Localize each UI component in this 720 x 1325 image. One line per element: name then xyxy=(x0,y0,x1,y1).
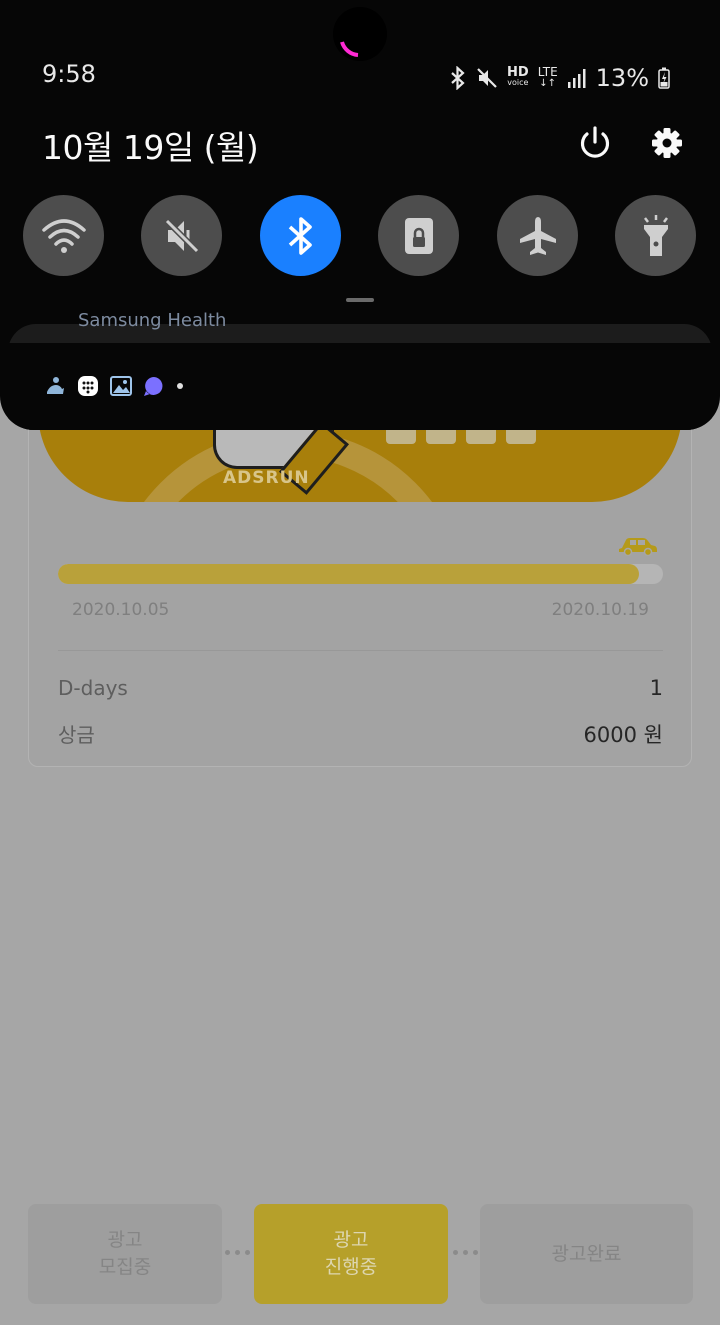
tab-completed-label: 광고완료 xyxy=(551,1242,622,1265)
qs-airplane-toggle[interactable] xyxy=(497,195,578,276)
d-days-value: 1 xyxy=(649,676,663,700)
ad-progress-fill xyxy=(58,564,639,584)
status-time: 9:58 xyxy=(42,60,96,88)
flashlight-icon xyxy=(643,214,668,256)
car-icon xyxy=(619,538,657,556)
qs-sound-toggle[interactable] xyxy=(141,195,222,276)
notification-shade: 9:58 HD voice LTE ↓↑ 13% 10월 19일 (월) Sam… xyxy=(0,0,720,430)
notification-app-name: Samsung Health xyxy=(78,310,227,331)
settings-gear-icon[interactable] xyxy=(648,124,686,162)
hd-voice-icon: HD voice xyxy=(507,65,529,88)
bluetooth-icon xyxy=(288,216,312,255)
mute-status-icon xyxy=(477,68,497,88)
qs-secure-folder-toggle[interactable] xyxy=(378,195,459,276)
tab-completed[interactable]: 광고완료 xyxy=(480,1204,693,1304)
prize-value: 6000 원 xyxy=(583,723,663,747)
loading-indicator-icon xyxy=(340,41,359,57)
prize-label: 상금 xyxy=(58,723,95,747)
qs-flashlight-toggle[interactable] xyxy=(615,195,696,276)
notification-icon-row[interactable] xyxy=(44,375,184,397)
shade-drag-handle[interactable] xyxy=(346,298,374,302)
mute-icon xyxy=(164,218,199,253)
battery-percent: 13% xyxy=(595,64,649,92)
qs-wifi-toggle[interactable] xyxy=(23,195,104,276)
gallery-image-icon xyxy=(110,376,132,396)
signal-icon xyxy=(567,69,586,88)
tab-recruiting-label: 광고 모집중 xyxy=(98,1229,152,1278)
start-date: 2020.10.05 xyxy=(72,600,170,620)
status-icons: HD voice LTE ↓↑ 13% xyxy=(449,64,670,92)
shade-date: 10월 19일 (월) xyxy=(42,128,259,167)
ad-progress-bar xyxy=(58,564,663,584)
lock-icon xyxy=(404,217,433,254)
power-icon[interactable] xyxy=(576,124,614,162)
wifi-icon xyxy=(41,218,86,253)
more-notifications-dot-icon xyxy=(177,383,183,389)
tab-in-progress[interactable]: 광고 진행중 xyxy=(254,1204,448,1304)
d-days-label: D-days xyxy=(58,676,128,700)
bluetooth-status-icon xyxy=(451,66,465,90)
battery-charging-icon xyxy=(658,67,670,89)
voice-label: voice xyxy=(507,78,529,87)
tab-in-progress-label: 광고 진행중 xyxy=(324,1229,378,1278)
camera-cutout xyxy=(333,7,387,61)
tab-recruiting[interactable]: 광고 모집중 xyxy=(28,1204,222,1304)
divider xyxy=(58,650,663,651)
airplane-icon xyxy=(519,216,556,255)
lte-label: LTE xyxy=(537,65,558,79)
end-date: 2020.10.19 xyxy=(551,600,649,620)
messages-icon xyxy=(78,376,98,396)
samsung-health-icon xyxy=(47,377,64,394)
chat-bubble-icon xyxy=(144,377,163,396)
hd-label: HD xyxy=(507,65,529,80)
tab-separator xyxy=(453,1250,478,1255)
qs-bluetooth-toggle[interactable] xyxy=(260,195,341,276)
banner-logo: ADSRUN xyxy=(223,468,310,488)
lte-icon: LTE ↓↑ xyxy=(537,65,558,89)
tab-separator xyxy=(225,1250,250,1255)
